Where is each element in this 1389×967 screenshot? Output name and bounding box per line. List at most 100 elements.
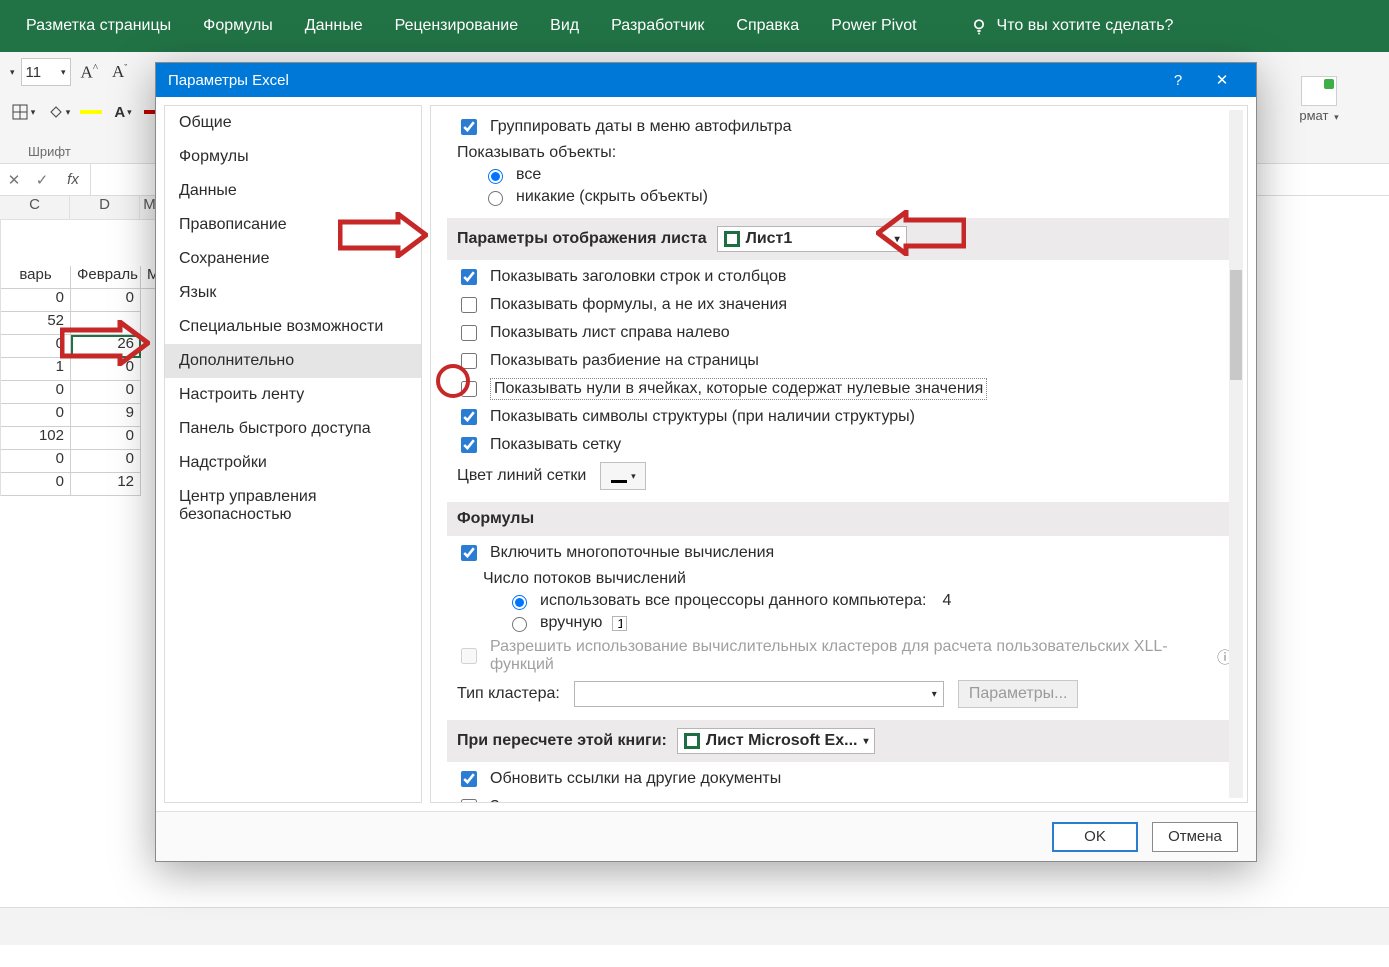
checkbox-show-formulas[interactable] <box>461 297 477 313</box>
radio-manual-threads[interactable] <box>512 617 527 632</box>
cell[interactable]: 102 <box>1 427 71 450</box>
header-cell[interactable]: варь <box>1 266 71 289</box>
close-button[interactable]: ✕ <box>1200 71 1244 89</box>
cell[interactable]: 0 <box>1 404 71 427</box>
workbook-select[interactable]: Лист Microsoft Ex... ▾ <box>677 728 876 754</box>
sidebar-item-proofing[interactable]: Правописание <box>165 208 421 242</box>
section-sheet-display: Параметры отображения листа Лист1 ▾ <box>447 218 1243 260</box>
checkbox-rtl[interactable] <box>461 325 477 341</box>
checkbox-outline-symbols[interactable] <box>461 409 477 425</box>
font-size-input[interactable]: 11 ▾ <box>21 58 71 86</box>
selected-cell[interactable]: 26 <box>71 335 141 358</box>
scrollbar-thumb[interactable] <box>1230 270 1242 380</box>
sidebar-item-general[interactable]: Общие <box>165 106 421 140</box>
header-cell[interactable]: Февраль <box>71 266 141 289</box>
format-button[interactable]: рмат ▾ <box>1291 76 1347 123</box>
tab-page-layout[interactable]: Разметка страницы <box>26 17 171 35</box>
format-label: рмат <box>1299 108 1328 123</box>
tab-view[interactable]: Вид <box>550 17 579 35</box>
cell[interactable]: 0 <box>71 381 141 404</box>
cancel-formula-icon[interactable]: ✕ <box>0 171 28 189</box>
decrease-font-icon[interactable]: Aˇ <box>112 62 127 82</box>
cell[interactable]: 9 <box>71 404 141 427</box>
label-gridlines: Показывать сетку <box>490 436 621 454</box>
label-xll-clusters: Разрешить использование вычислительных к… <box>490 638 1207 674</box>
sidebar-item-advanced[interactable]: Дополнительно <box>165 344 421 378</box>
cell[interactable]: 0 <box>1 473 71 496</box>
label-multithread: Включить многопоточные вычисления <box>490 544 774 562</box>
checkbox-multithread[interactable] <box>461 545 477 561</box>
sidebar-item-addins[interactable]: Надстройки <box>165 446 421 480</box>
dropdown-caret-icon[interactable]: ▾ <box>10 67 15 78</box>
borders-button[interactable]: ▾ <box>8 98 38 126</box>
cluster-params-button: Параметры... <box>958 680 1079 708</box>
sidebar-item-customize-ribbon[interactable]: Настроить ленту <box>165 378 421 412</box>
manual-threads-input[interactable] <box>612 616 627 631</box>
radio-all-cpu[interactable] <box>512 595 527 610</box>
col-head-c[interactable]: C <box>0 196 70 220</box>
cell[interactable]: 0 <box>71 450 141 473</box>
cell[interactable]: 0 <box>1 289 71 312</box>
font-color-button[interactable]: A ▾ <box>108 98 138 126</box>
sidebar-item-trust-center[interactable]: Центр управления безопасностью <box>165 480 421 532</box>
cell[interactable] <box>71 312 141 335</box>
sidebar-item-language[interactable]: Язык <box>165 276 421 310</box>
radio-hide-objects[interactable] <box>488 191 503 206</box>
sidebar-item-formulas[interactable]: Формулы <box>165 140 421 174</box>
dropdown-caret-icon: ▾ <box>895 234 900 245</box>
checkbox-headers[interactable] <box>461 269 477 285</box>
workbook-name-value: Лист Microsoft Ex... <box>706 732 858 750</box>
help-button[interactable]: ? <box>1156 72 1200 89</box>
checkbox-xll-clusters <box>461 648 477 664</box>
tab-formulas[interactable]: Формулы <box>203 17 273 35</box>
sidebar-item-save[interactable]: Сохранение <box>165 242 421 276</box>
increase-font-icon[interactable]: A^ <box>81 62 98 83</box>
cell[interactable]: 0 <box>71 289 141 312</box>
checkbox-update-links[interactable] <box>461 771 477 787</box>
options-sidebar: Общие Формулы Данные Правописание Сохран… <box>164 105 422 803</box>
sheet-select[interactable]: Лист1 ▾ <box>717 226 907 252</box>
scrollbar[interactable] <box>1229 110 1243 798</box>
tab-data[interactable]: Данные <box>305 17 363 35</box>
dropdown-caret-icon: ▾ <box>863 736 868 747</box>
label-manual-threads: вручную <box>540 614 602 632</box>
sidebar-item-accessibility[interactable]: Специальные возможности <box>165 310 421 344</box>
checkbox-pagebreaks[interactable] <box>461 353 477 369</box>
fx-button[interactable]: fx <box>56 171 90 188</box>
sidebar-item-quick-access[interactable]: Панель быстрого доступа <box>165 412 421 446</box>
section-workbook-recalc: При пересчете этой книги: Лист Microsoft… <box>447 720 1243 762</box>
fill-color-button[interactable]: ▾ <box>44 98 74 126</box>
checkbox-precision[interactable] <box>461 799 477 803</box>
bucket-icon <box>611 469 627 483</box>
cell[interactable]: 0 <box>1 450 71 473</box>
radio-show-all[interactable] <box>488 169 503 184</box>
tab-review[interactable]: Рецензирование <box>395 17 519 35</box>
confirm-formula-icon[interactable]: ✓ <box>28 171 56 189</box>
checkbox-show-zeros[interactable] <box>461 381 477 397</box>
section-title-text: При пересчете этой книги: <box>457 732 667 750</box>
cluster-type-select[interactable]: ▾ <box>574 681 944 707</box>
font-size-value: 11 <box>26 64 42 81</box>
dialog-titlebar: Параметры Excel ? ✕ <box>156 63 1256 97</box>
cell[interactable]: 0 <box>71 358 141 381</box>
ok-button[interactable]: OK <box>1052 822 1138 852</box>
cell[interactable]: 0 <box>71 427 141 450</box>
options-content[interactable]: Группировать даты в меню автофильтра Пок… <box>430 105 1248 803</box>
cell[interactable]: 0 <box>1 335 71 358</box>
tab-help[interactable]: Справка <box>736 17 799 35</box>
cell[interactable]: 1 <box>1 358 71 381</box>
checkbox-gridlines[interactable] <box>461 437 477 453</box>
cell[interactable]: 52 <box>1 312 71 335</box>
dialog-title: Параметры Excel <box>168 72 1156 89</box>
cell[interactable]: 12 <box>71 473 141 496</box>
sheet-name-value: Лист1 <box>746 230 793 248</box>
sidebar-item-data[interactable]: Данные <box>165 174 421 208</box>
tell-me-search[interactable]: Что вы хотите сделать? <box>969 16 1174 36</box>
cell[interactable]: 0 <box>1 381 71 404</box>
col-head-d[interactable]: D <box>70 196 140 220</box>
checkbox-group-dates[interactable] <box>461 119 477 135</box>
tab-developer[interactable]: Разработчик <box>611 17 704 35</box>
tab-power-pivot[interactable]: Power Pivot <box>831 17 916 35</box>
cancel-button[interactable]: Отмена <box>1152 822 1238 852</box>
grid-color-picker[interactable]: ▾ <box>600 462 646 490</box>
